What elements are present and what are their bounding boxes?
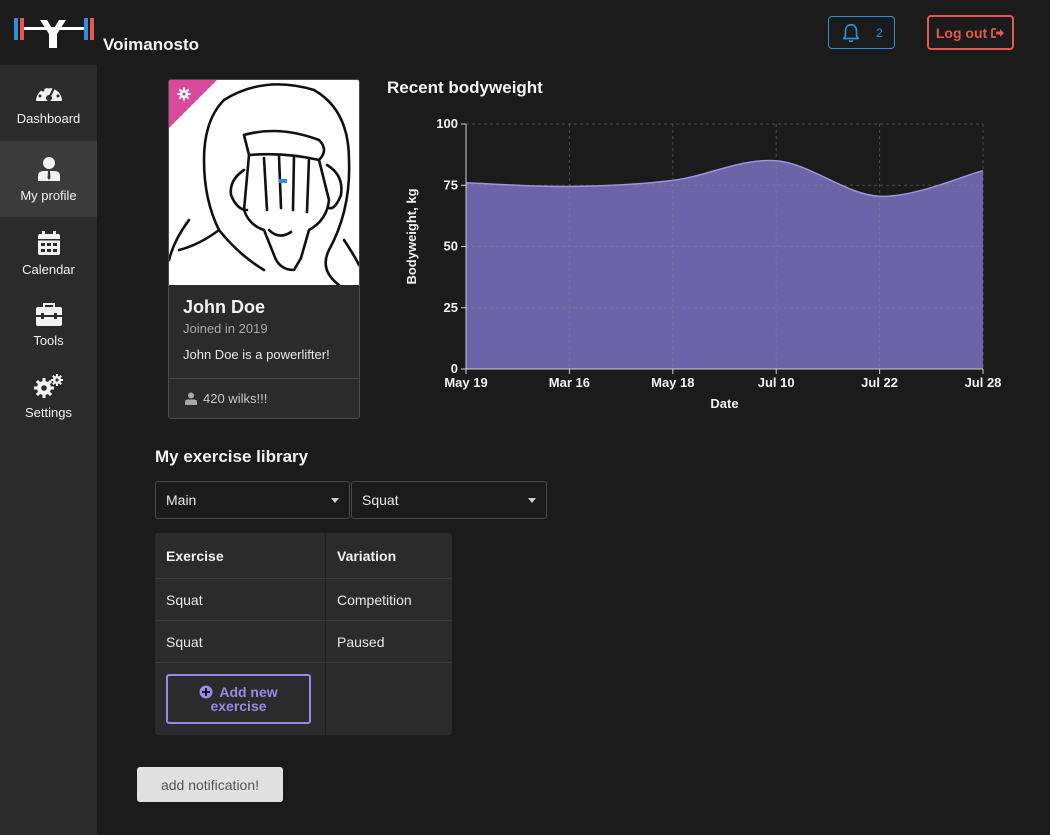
x-tick-label: Jul 10 — [758, 375, 795, 390]
profile-card: John Doe Joined in 2019 John Doe is a po… — [168, 79, 360, 419]
y-axis-label: Bodyweight, kg — [404, 188, 419, 284]
chevron-down-icon — [528, 498, 536, 503]
sidebar-item-tools[interactable]: Tools — [0, 287, 97, 363]
sidebar-item-my-profile[interactable]: My profile — [0, 141, 97, 217]
sidebar-item-label: My profile — [20, 187, 77, 203]
y-tick-label: 25 — [444, 300, 458, 315]
column-header-variation: Variation — [337, 548, 397, 564]
sign-out-icon — [991, 27, 1005, 38]
divider — [169, 378, 359, 379]
add-label-line1: Add new — [219, 684, 278, 700]
x-tick-label: May 19 — [444, 375, 487, 390]
table-row[interactable]: Squat Competition — [155, 579, 452, 621]
wilks-text: 420 wilks!!! — [203, 391, 268, 406]
y-tick-label: 0 — [451, 361, 458, 376]
user-icon — [185, 392, 197, 405]
exercise-select[interactable]: Squat — [351, 481, 547, 519]
dashboard-gauge-icon — [34, 81, 64, 105]
x-axis-label: Date — [710, 396, 738, 411]
y-tick-label: 75 — [444, 177, 458, 192]
calendar-icon — [37, 230, 61, 256]
category-select-value: Main — [166, 492, 197, 508]
sidebar-item-label: Tools — [33, 332, 64, 348]
gears-icon — [33, 373, 65, 399]
gear-icon[interactable] — [177, 87, 191, 101]
column-header-exercise: Exercise — [166, 548, 224, 564]
sidebar-item-label: Calendar — [22, 261, 75, 277]
table-row[interactable]: Squat Paused — [155, 621, 452, 663]
cell-exercise: Squat — [166, 592, 203, 608]
add-notification-button[interactable]: add notification! — [137, 767, 283, 802]
chart-title: Recent bodyweight — [387, 78, 543, 97]
notifications-button[interactable]: 2 — [828, 16, 895, 49]
table-header-row: Exercise Variation — [155, 533, 452, 579]
toolbox-icon — [35, 302, 63, 327]
bell-icon — [842, 23, 860, 42]
y-tick-label: 50 — [444, 239, 458, 254]
x-tick-label: Jul 28 — [965, 375, 1002, 390]
chevron-down-icon — [331, 498, 339, 503]
profile-name: John Doe — [183, 297, 266, 317]
add-exercise-button[interactable]: Add new exercise — [166, 674, 311, 724]
notification-count: 2 — [876, 25, 883, 40]
sidebar-item-label: Dashboard — [16, 110, 81, 126]
exercise-select-value: Squat — [362, 492, 399, 508]
area-fill — [466, 160, 983, 369]
y-tick-label: 100 — [436, 116, 458, 131]
plus-circle-icon — [199, 685, 213, 699]
app-title[interactable]: Voimanosto — [103, 35, 199, 55]
sidebar-item-calendar[interactable]: Calendar — [0, 215, 97, 291]
exercise-library-title: My exercise library — [155, 447, 309, 466]
add-label-line2: exercise — [210, 698, 267, 714]
app-logo[interactable] — [12, 14, 96, 54]
x-tick-label: Jul 22 — [861, 375, 898, 390]
profile-wilks: 420 wilks!!! — [185, 391, 267, 406]
sidebar: Dashboard My profile Calendar Tools Sett… — [0, 65, 97, 835]
logout-button[interactable]: Log out — [927, 15, 1014, 50]
logout-label: Log out — [935, 24, 988, 41]
bodyweight-chart: 0 25 50 75 100 May 19 Mar 16 May 18 Jul 10 Jul 22… — [404, 116, 1002, 411]
sidebar-item-settings[interactable]: Settings — [0, 358, 97, 434]
sidebar-item-label: Settings — [25, 404, 72, 420]
x-tick-label: Mar 16 — [549, 375, 590, 390]
top-bar: Voimanosto 2 Log out — [0, 0, 1050, 65]
sidebar-item-dashboard[interactable]: Dashboard — [0, 65, 97, 141]
cell-variation: Paused — [337, 634, 385, 650]
cell-variation: Competition — [337, 592, 412, 608]
x-tick-label: May 18 — [651, 375, 694, 390]
profile-joined-date: Joined in 2019 — [183, 321, 268, 336]
category-select[interactable]: Main — [155, 481, 350, 519]
cell-exercise: Squat — [166, 634, 203, 650]
profile-bio: John Doe is a powerlifter! — [183, 347, 330, 362]
user-icon — [37, 156, 61, 182]
exercise-table: Exercise Variation Squat Competition Squ… — [155, 533, 452, 735]
